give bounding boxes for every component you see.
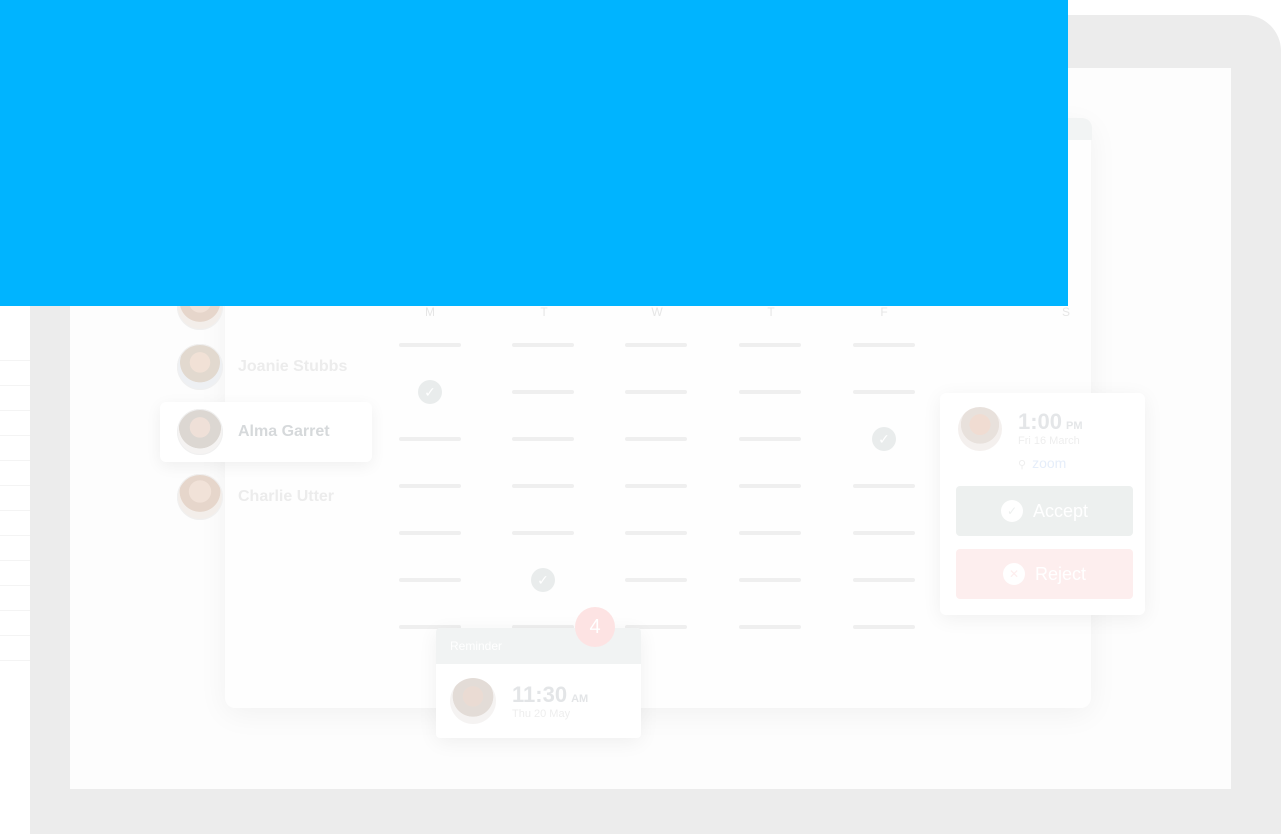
blue-overlay-block — [0, 0, 1068, 306]
slot-empty[interactable] — [380, 513, 480, 553]
day-label: W — [651, 305, 663, 319]
slot-placeholder — [625, 390, 687, 394]
slot-placeholder — [739, 484, 801, 488]
schedule-grid: ✓ ✓ ✓ — [380, 325, 940, 655]
slot-empty[interactable] — [720, 466, 820, 506]
slot-empty[interactable] — [834, 607, 934, 647]
slot-placeholder — [399, 343, 461, 347]
request-location: ⚲ zoom — [1018, 455, 1067, 471]
slot-empty[interactable] — [380, 325, 480, 365]
slot-empty[interactable] — [606, 419, 706, 459]
slot-placeholder — [625, 343, 687, 347]
person-name: Alma Garret — [238, 423, 330, 440]
slot-placeholder — [399, 437, 461, 441]
people-list: Joanie Stubbs Alma Garret Charlie Utter — [160, 280, 375, 530]
slot-placeholder — [512, 531, 574, 535]
day-label: S — [1061, 305, 1070, 319]
slot-placeholder — [399, 578, 461, 582]
close-icon: ✕ — [1002, 563, 1025, 585]
slot-placeholder — [739, 578, 801, 582]
person-item[interactable]: Charlie Utter — [160, 467, 372, 527]
avatar — [177, 409, 223, 455]
slot-placeholder — [739, 437, 801, 441]
reminder-time: 11:30 AM — [512, 682, 589, 707]
slot-placeholder — [853, 578, 915, 582]
slot-placeholder — [512, 437, 574, 441]
day-label: T — [767, 305, 775, 319]
slot-empty[interactable] — [493, 372, 593, 412]
slot-placeholder — [512, 390, 574, 394]
check-icon: ✓ — [418, 380, 442, 404]
slot-placeholder — [512, 343, 574, 347]
slot-empty[interactable] — [380, 419, 480, 459]
accept-button[interactable]: ✓ Accept — [956, 486, 1133, 536]
slot-placeholder — [739, 531, 801, 535]
slot-checked[interactable]: ✓ — [834, 419, 934, 459]
slot-placeholder — [625, 484, 687, 488]
slot-empty[interactable] — [493, 419, 593, 459]
person-name: Charlie Utter — [238, 488, 335, 505]
slot-placeholder — [512, 484, 574, 488]
slot-checked[interactable]: ✓ — [493, 560, 593, 600]
slot-placeholder — [739, 390, 801, 394]
slot-empty[interactable] — [834, 560, 934, 600]
slot-empty[interactable] — [834, 325, 934, 365]
location-pin-icon: ⚲ — [1018, 459, 1027, 471]
slot-empty[interactable] — [380, 560, 480, 600]
slot-empty[interactable] — [720, 513, 820, 553]
person-item-active[interactable]: Alma Garret — [160, 402, 372, 462]
slot-empty[interactable] — [380, 466, 480, 506]
avatar — [958, 407, 1002, 451]
person-item[interactable]: Joanie Stubbs — [160, 337, 372, 397]
check-icon: ✓ — [531, 568, 555, 592]
slot-empty[interactable] — [720, 419, 820, 459]
slot-empty[interactable] — [720, 607, 820, 647]
slot-empty[interactable] — [606, 466, 706, 506]
slot-placeholder — [739, 343, 801, 347]
slot-placeholder — [853, 390, 915, 394]
slot-placeholder — [625, 531, 687, 535]
slot-empty[interactable] — [606, 372, 706, 412]
person-name: Joanie Stubbs — [238, 358, 348, 375]
slot-empty[interactable] — [834, 466, 934, 506]
slot-placeholder — [399, 531, 461, 535]
slot-empty[interactable] — [606, 325, 706, 365]
request-date: Fri 16 March — [1018, 435, 1080, 447]
reminder-card: Reminder 11:30 AM Thu 20 May — [436, 628, 641, 738]
slot-empty[interactable] — [834, 372, 934, 412]
slot-empty[interactable] — [720, 560, 820, 600]
check-icon: ✓ — [872, 427, 896, 451]
day-label: M — [425, 305, 435, 319]
slot-placeholder — [739, 625, 801, 629]
day-header: M T W T F S — [380, 305, 1080, 325]
slot-placeholder — [399, 484, 461, 488]
slot-empty[interactable] — [606, 560, 706, 600]
slot-placeholder — [853, 625, 915, 629]
request-time: 1:00 PM — [1018, 409, 1083, 434]
avatar — [177, 474, 223, 520]
slot-empty[interactable] — [493, 513, 593, 553]
reject-button[interactable]: ✕ Reject — [956, 549, 1133, 599]
slot-empty[interactable] — [493, 466, 593, 506]
slot-placeholder — [625, 578, 687, 582]
day-label: T — [540, 305, 548, 319]
slot-empty[interactable] — [493, 325, 593, 365]
meeting-request-card: 1:00 PM Fri 16 March ⚲ zoom ✓ Accept ✕ Rej… — [940, 393, 1145, 615]
slot-placeholder — [853, 343, 915, 347]
slot-placeholder — [853, 484, 915, 488]
avatar — [177, 344, 223, 390]
check-icon: ✓ — [1000, 500, 1023, 522]
reminder-date: Thu 20 May — [512, 708, 571, 720]
slot-empty[interactable] — [606, 513, 706, 553]
slot-placeholder — [853, 531, 915, 535]
avatar — [450, 678, 496, 724]
slot-empty[interactable] — [720, 372, 820, 412]
notification-badge: 4 — [575, 607, 615, 647]
slot-empty[interactable] — [834, 513, 934, 553]
slot-checked[interactable]: ✓ — [380, 372, 480, 412]
slot-placeholder — [625, 437, 687, 441]
slot-empty[interactable] — [720, 325, 820, 365]
day-label: F — [880, 305, 888, 319]
